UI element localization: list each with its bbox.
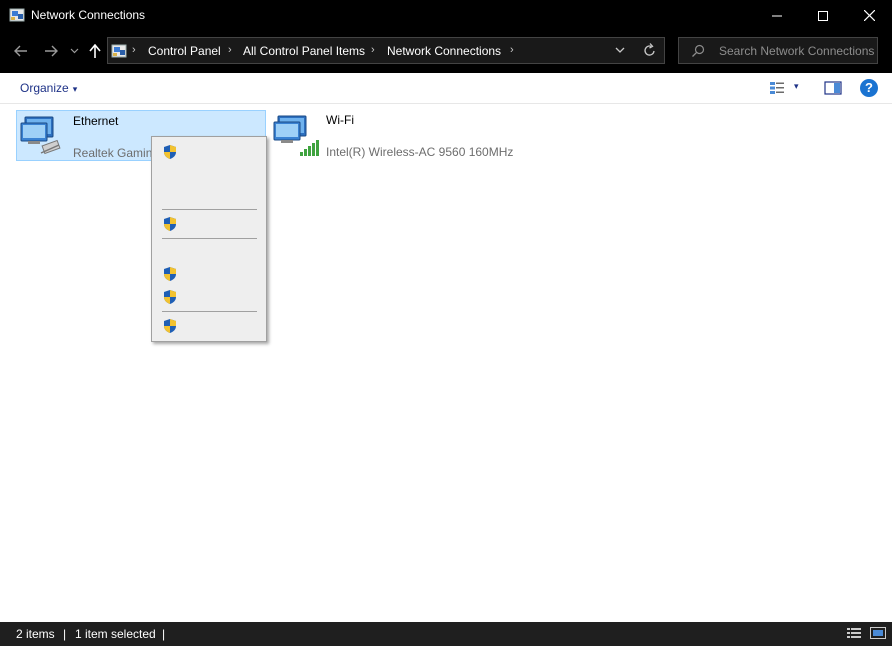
breadcrumb-separator-icon[interactable]: › bbox=[371, 44, 375, 56]
network-connections-app-icon bbox=[9, 8, 25, 22]
change-view-icon[interactable] bbox=[769, 81, 787, 95]
breadcrumb-network-connections[interactable]: Network Connections bbox=[387, 44, 501, 58]
breadcrumb-control-panel[interactable]: Control Panel bbox=[148, 44, 221, 58]
arrow-right-icon bbox=[45, 45, 58, 57]
command-bar: Organize ▾ ▾ ? bbox=[0, 73, 892, 104]
connection-description: Realtek Gaming bbox=[73, 146, 160, 160]
context-menu-separator bbox=[162, 311, 257, 312]
large-icons-view-icon[interactable] bbox=[870, 627, 886, 639]
uac-shield-icon bbox=[164, 145, 176, 159]
context-menu-item[interactable] bbox=[152, 315, 266, 337]
arrow-up-icon bbox=[89, 44, 101, 58]
context-menu-item[interactable] bbox=[152, 141, 266, 163]
search-icon bbox=[692, 44, 705, 57]
uac-shield-icon bbox=[164, 217, 176, 231]
preview-pane-icon[interactable] bbox=[824, 81, 842, 95]
connection-name: Ethernet bbox=[73, 114, 119, 128]
refresh-icon[interactable] bbox=[643, 42, 657, 58]
context-menu-item[interactable] bbox=[152, 286, 266, 308]
navigation-bar: › Control Panel › All Control Panel Item… bbox=[0, 31, 892, 73]
minimize-icon bbox=[772, 15, 782, 16]
organize-caret-icon: ▾ bbox=[72, 84, 78, 94]
connection-description: Intel(R) Wireless-AC 9560 160MHz bbox=[326, 145, 514, 159]
help-icon[interactable]: ? bbox=[860, 79, 878, 97]
window-title: Network Connections bbox=[31, 8, 146, 22]
search-placeholder: Search Network Connections bbox=[719, 44, 875, 58]
control-panel-icon bbox=[111, 44, 127, 58]
status-divider: | bbox=[63, 627, 67, 641]
chevron-down-icon bbox=[70, 48, 78, 54]
breadcrumb-separator-icon[interactable]: › bbox=[228, 44, 232, 56]
organize-button[interactable]: Organize ▾ bbox=[20, 81, 77, 95]
context-menu bbox=[151, 136, 267, 342]
context-menu-item[interactable] bbox=[152, 263, 266, 285]
search-box[interactable]: Search Network Connections bbox=[678, 37, 878, 64]
organize-label: Organize bbox=[20, 81, 69, 95]
breadcrumb-separator-icon[interactable]: › bbox=[132, 44, 136, 56]
minimize-button[interactable] bbox=[754, 0, 800, 31]
breadcrumb-all-items[interactable]: All Control Panel Items bbox=[243, 44, 365, 58]
maximize-button[interactable] bbox=[800, 0, 846, 31]
context-menu-item[interactable] bbox=[152, 213, 266, 235]
address-dropdown-icon[interactable] bbox=[614, 43, 626, 57]
forward-button[interactable] bbox=[42, 40, 60, 62]
title-bar: Network Connections bbox=[0, 0, 892, 31]
close-button[interactable] bbox=[846, 0, 892, 31]
up-button[interactable] bbox=[87, 40, 103, 62]
status-item-count: 2 items bbox=[16, 627, 55, 641]
status-selection: 1 item selected bbox=[75, 627, 156, 641]
context-menu-item[interactable] bbox=[152, 174, 266, 196]
uac-shield-icon bbox=[164, 267, 176, 281]
context-menu-separator bbox=[162, 209, 257, 210]
content-area: Ethernet Realtek Gaming Wi-Fi Intel(R) W… bbox=[0, 104, 892, 622]
back-button[interactable] bbox=[12, 40, 30, 62]
status-divider: | bbox=[162, 627, 166, 641]
connection-wifi[interactable]: Wi-Fi Intel(R) Wireless-AC 9560 160MHz bbox=[270, 110, 520, 161]
connection-name: Wi-Fi bbox=[326, 113, 354, 127]
recent-locations-button[interactable] bbox=[68, 40, 80, 62]
close-icon bbox=[863, 10, 875, 21]
breadcrumb-separator-icon[interactable]: › bbox=[510, 44, 514, 56]
uac-shield-icon bbox=[164, 290, 176, 304]
context-menu-separator bbox=[162, 238, 257, 239]
status-bar: 2 items | 1 item selected | bbox=[0, 622, 892, 646]
ethernet-adapter-icon bbox=[20, 116, 61, 155]
maximize-icon bbox=[818, 10, 828, 21]
uac-shield-icon bbox=[164, 319, 176, 333]
view-options-caret-icon[interactable]: ▾ bbox=[794, 81, 799, 92]
wifi-adapter-icon bbox=[273, 115, 319, 156]
details-view-icon[interactable] bbox=[846, 627, 862, 639]
arrow-left-icon bbox=[14, 45, 27, 57]
address-bar[interactable]: › Control Panel › All Control Panel Item… bbox=[107, 37, 665, 64]
